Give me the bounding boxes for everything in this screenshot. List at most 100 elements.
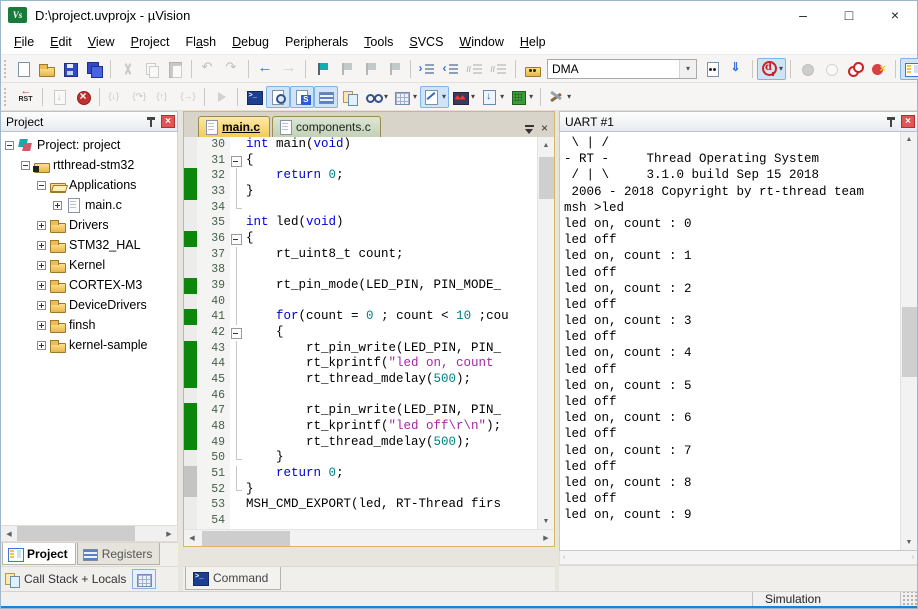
tree-item-kernel[interactable]: Kernel: [1, 255, 177, 275]
dropdown-arrow-icon[interactable]: ▾: [384, 92, 388, 101]
search-combobox[interactable]: ▾: [547, 59, 697, 79]
navigate-back-button[interactable]: [253, 58, 277, 80]
close-icon[interactable]: ×: [161, 115, 175, 128]
expand-icon[interactable]: [37, 341, 46, 350]
disable-all-breakpoints-button[interactable]: [843, 58, 867, 80]
project-h-scrollbar[interactable]: ◀ ▶: [0, 525, 178, 542]
close-editor-icon[interactable]: ×: [537, 121, 554, 137]
step-out-button[interactable]: [152, 86, 176, 108]
undo-button[interactable]: [196, 58, 220, 80]
more-tabs-icon[interactable]: [523, 121, 537, 137]
collapse-icon[interactable]: [5, 141, 14, 150]
code-line-37[interactable]: 37 rt_uint8_t count;: [184, 247, 537, 263]
scroll-down-icon[interactable]: ▼: [538, 513, 554, 529]
scroll-right-icon[interactable]: ▶: [161, 526, 177, 541]
code-line-31[interactable]: 31{: [184, 153, 537, 169]
window-layout-button[interactable]: [900, 58, 918, 80]
menu-flash[interactable]: Flash: [178, 31, 225, 53]
outdent-button[interactable]: [439, 58, 463, 80]
code-area[interactable]: 30int main(void)31{32 return 0;33}3435in…: [184, 137, 537, 529]
code-line-49[interactable]: 49 rt_thread_mdelay(500);: [184, 435, 537, 451]
insert-bookmark-button[interactable]: [310, 58, 334, 80]
tab-project[interactable]: Project: [2, 543, 76, 565]
symbol-window-button[interactable]: [290, 86, 314, 108]
kill-all-breakpoints-button[interactable]: [867, 58, 891, 80]
analysis-windows-button[interactable]: ▾: [449, 86, 478, 108]
close-icon[interactable]: ×: [901, 115, 915, 128]
copy-button[interactable]: [139, 58, 163, 80]
tree-item-rtthread-stm32[interactable]: rtthread-stm32: [1, 155, 177, 175]
dropdown-arrow-icon[interactable]: ▾: [500, 92, 504, 101]
fold-collapse-icon[interactable]: [230, 325, 243, 341]
clear-bookmarks-button[interactable]: [382, 58, 406, 80]
code-line-36[interactable]: 36{: [184, 231, 537, 247]
expand-icon[interactable]: [37, 261, 46, 270]
dropdown-arrow-icon[interactable]: ▾: [679, 60, 696, 78]
expand-icon[interactable]: [37, 321, 46, 330]
command-tab[interactable]: Command: [185, 567, 281, 590]
code-line-38[interactable]: 38: [184, 262, 537, 278]
save-button[interactable]: [58, 58, 82, 80]
code-line-40[interactable]: 40: [184, 294, 537, 310]
memory-windows-button[interactable]: ▾: [391, 86, 420, 108]
stop-button[interactable]: [71, 86, 95, 108]
scroll-track[interactable]: [17, 526, 161, 541]
uart-v-scrollbar[interactable]: ▲ ▼: [900, 132, 917, 550]
minimize-button[interactable]: –: [780, 0, 826, 30]
menu-peripherals[interactable]: Peripherals: [277, 31, 356, 53]
disassembly-window-button[interactable]: [266, 86, 290, 108]
open-file-button[interactable]: [34, 58, 58, 80]
tree-item-devicedrivers[interactable]: DeviceDrivers: [1, 295, 177, 315]
fold-collapse-icon[interactable]: [230, 231, 243, 247]
debug-tools-button[interactable]: ▾: [545, 86, 574, 108]
expand-icon[interactable]: [37, 281, 46, 290]
dropdown-arrow-icon[interactable]: ▾: [529, 92, 533, 101]
find-button[interactable]: ▾: [757, 58, 786, 80]
maximize-button[interactable]: □: [826, 0, 872, 30]
menu-tools[interactable]: Tools: [356, 31, 401, 53]
editor-tab-main-c[interactable]: main.c: [198, 116, 270, 137]
serial-windows-button[interactable]: ▾: [420, 86, 449, 108]
scroll-up-icon[interactable]: ▲: [538, 137, 554, 153]
incremental-find-button[interactable]: [724, 58, 748, 80]
pin-icon[interactable]: [142, 114, 159, 130]
dropdown-arrow-icon[interactable]: ▾: [442, 92, 446, 101]
reset-cpu-button[interactable]: [14, 86, 38, 108]
step-over-button[interactable]: [128, 86, 152, 108]
code-line-51[interactable]: 51 return 0;: [184, 466, 537, 482]
menu-project[interactable]: Project: [123, 31, 178, 53]
scroll-right-icon[interactable]: ▶: [538, 531, 554, 546]
code-line-47[interactable]: 47 rt_pin_write(LED_PIN, PIN_: [184, 403, 537, 419]
tree-item-stm32-hal[interactable]: STM32_HAL: [1, 235, 177, 255]
code-line-41[interactable]: 41 for(count = 0 ; count < 10 ;cou: [184, 309, 537, 325]
expand-icon[interactable]: [37, 221, 46, 230]
scroll-down-icon[interactable]: ▼: [901, 535, 917, 550]
code-line-30[interactable]: 30int main(void): [184, 137, 537, 153]
code-line-33[interactable]: 33}: [184, 184, 537, 200]
menu-view[interactable]: View: [80, 31, 123, 53]
scroll-left-icon[interactable]: ◀: [1, 526, 17, 541]
tree-item-project-project[interactable]: Project: project: [1, 135, 177, 155]
next-bookmark-button[interactable]: [358, 58, 382, 80]
scroll-thumb[interactable]: [202, 531, 290, 546]
dropdown-arrow-icon[interactable]: ▾: [413, 92, 417, 101]
tree-item-main-c[interactable]: main.c: [1, 195, 177, 215]
expand-icon[interactable]: [53, 201, 62, 210]
registers-window-button[interactable]: [314, 86, 338, 108]
toolbox-button[interactable]: ▾: [507, 86, 536, 108]
scroll-left-icon[interactable]: ‹: [563, 554, 565, 561]
save-all-button[interactable]: [82, 58, 106, 80]
expand-icon[interactable]: [37, 241, 46, 250]
code-line-50[interactable]: 50 }: [184, 450, 537, 466]
uncomment-button[interactable]: [487, 58, 511, 80]
code-line-52[interactable]: 52}: [184, 482, 537, 498]
tree-item-applications[interactable]: Applications: [1, 175, 177, 195]
watch-windows-button[interactable]: ▾: [362, 86, 391, 108]
code-line-32[interactable]: 32 return 0;: [184, 168, 537, 184]
scroll-up-icon[interactable]: ▲: [901, 132, 917, 147]
callstack-tab[interactable]: Call Stack + Locals: [24, 572, 126, 586]
code-line-39[interactable]: 39 rt_pin_mode(LED_PIN, PIN_MODE_: [184, 278, 537, 294]
uart-h-scrollbar[interactable]: ‹ ›: [559, 551, 918, 565]
scroll-right-icon[interactable]: ›: [912, 554, 914, 561]
code-line-35[interactable]: 35int led(void): [184, 215, 537, 231]
